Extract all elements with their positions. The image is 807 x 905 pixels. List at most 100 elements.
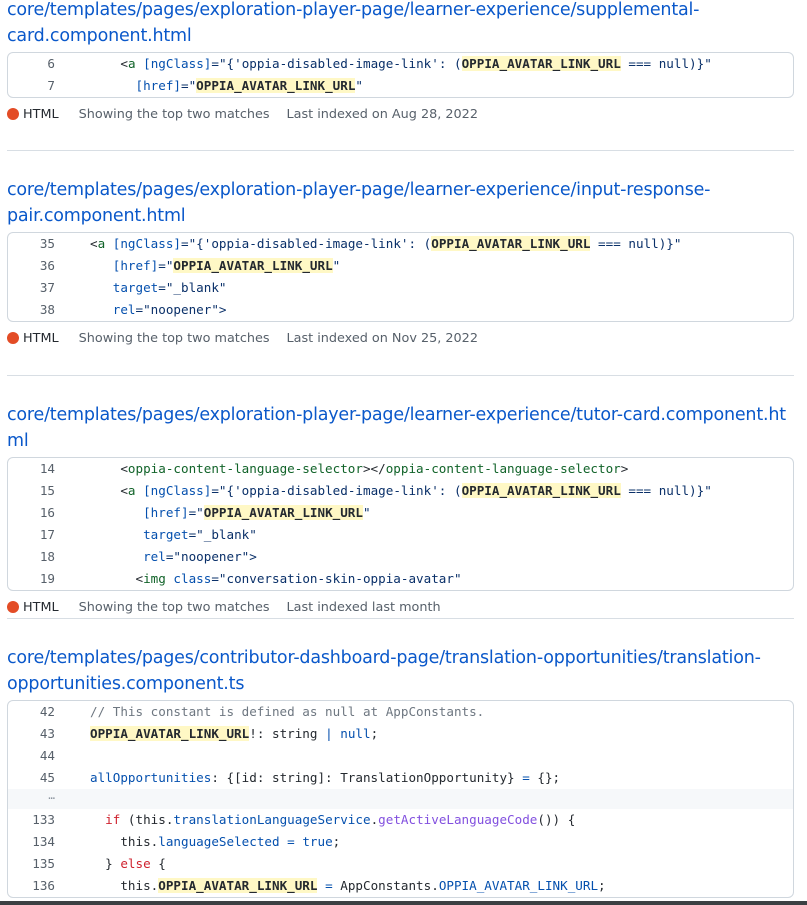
html-language-icon bbox=[7, 332, 19, 344]
code-line: 134 this.languageSelected = true; bbox=[8, 831, 793, 853]
line-number: 42 bbox=[39, 704, 55, 719]
code-token: < bbox=[90, 236, 98, 251]
code-text: allOpportunities: {[id: string]: Transla… bbox=[55, 767, 560, 789]
file-path-line-1: core/templates/pages/exploration-player-… bbox=[7, 180, 711, 200]
line-number: 19 bbox=[39, 571, 55, 586]
match-highlight: OPPIA_AVATAR_LINK_URL bbox=[431, 236, 591, 251]
code-token: > bbox=[620, 461, 629, 476]
code-token: ; bbox=[598, 878, 606, 893]
line-number: … bbox=[48, 789, 55, 802]
code-line: 7 [href]="OPPIA_AVATAR_LINK_URL" bbox=[8, 75, 793, 97]
result-file-link[interactable]: core/templates/pages/contributor-dashboa… bbox=[7, 645, 794, 697]
code-text: [href]="OPPIA_AVATAR_LINK_URL" bbox=[55, 502, 371, 524]
code-text: // This constant is defined as null at A… bbox=[55, 701, 484, 723]
line-number: 35 bbox=[39, 236, 55, 251]
code-token: target bbox=[90, 280, 159, 295]
line-number: 7 bbox=[47, 78, 55, 93]
code-token: === null)}" bbox=[620, 56, 712, 71]
code-text: this.OPPIA_AVATAR_LINK_URL = AppConstant… bbox=[55, 875, 606, 897]
code-snippet[interactable]: 6 <a [ngClass]="{'oppia-disabled-image-l… bbox=[7, 52, 794, 98]
line-number: 136 bbox=[32, 878, 55, 893]
code-snippet[interactable]: 35 <a [ngClass]="{'oppia-disabled-image-l… bbox=[7, 232, 794, 322]
code-token: =" bbox=[188, 505, 204, 520]
code-token: class bbox=[165, 571, 212, 586]
code-token: null bbox=[340, 726, 371, 741]
code-token: ="{'oppia-disabled-image-link': ( bbox=[181, 236, 432, 251]
code-token: AppConstants. bbox=[340, 878, 439, 893]
result-file-link[interactable]: core/templates/pages/exploration-player-… bbox=[7, 0, 794, 49]
code-line: 17 target="_blank" bbox=[8, 524, 793, 546]
code-text: <a [ngClass]="{'oppia-disabled-image-lin… bbox=[55, 53, 712, 75]
code-token: {}; bbox=[529, 770, 561, 785]
result-file-link[interactable]: core/templates/pages/exploration-player-… bbox=[7, 402, 794, 454]
code-line: 18 rel="noopener"> bbox=[8, 546, 793, 568]
code-token: ="{'oppia-disabled-image-link': ( bbox=[211, 483, 462, 498]
code-token: oppia-content-language-selector bbox=[127, 461, 363, 476]
code-line: 37 target="_blank" bbox=[8, 277, 793, 299]
code-token: " bbox=[362, 505, 371, 520]
code-line: 35 <a [ngClass]="{'oppia-disabled-image-l… bbox=[8, 233, 793, 255]
code-line: 45 allOpportunities: {[id: string]: Trans… bbox=[8, 767, 793, 789]
result-meta: HTML Showing the top two matches Last in… bbox=[7, 597, 794, 617]
match-highlight: OPPIA_AVATAR_LINK_URL bbox=[158, 878, 318, 893]
match-highlight: OPPIA_AVATAR_LINK_URL bbox=[461, 56, 621, 71]
result-meta: HTML Showing the top two matches Last in… bbox=[7, 104, 794, 124]
match-highlight: OPPIA_AVATAR_LINK_URL bbox=[203, 505, 363, 520]
code-text: if (this.translationLanguageService.getA… bbox=[55, 809, 575, 831]
code-token: this. bbox=[90, 834, 159, 849]
code-token: rel bbox=[90, 302, 136, 317]
file-path-line-2: card.component.html bbox=[7, 26, 192, 46]
file-path-line-2: pair.component.html bbox=[7, 206, 186, 226]
matches-label: Showing the top two matches bbox=[78, 599, 270, 615]
code-token: [href] bbox=[90, 258, 159, 273]
code-token: rel bbox=[90, 549, 166, 564]
code-text: rel="noopener"> bbox=[55, 546, 257, 568]
code-text: rel="noopener"> bbox=[55, 299, 227, 321]
code-token: " bbox=[332, 258, 341, 273]
code-token: (this. bbox=[120, 812, 174, 827]
line-number: 36 bbox=[39, 258, 55, 273]
code-snippet[interactable]: 42 // This constant is defined as null at… bbox=[7, 700, 794, 898]
file-path-line-2: opportunities.component.ts bbox=[7, 674, 245, 694]
code-token: if bbox=[105, 812, 121, 827]
line-number: 133 bbox=[32, 812, 55, 827]
search-result-2: core/templates/pages/exploration-player-… bbox=[7, 177, 794, 348]
code-token: | bbox=[325, 726, 333, 741]
code-token: [ngClass] bbox=[135, 56, 212, 71]
match-highlight: OPPIA_AVATAR_LINK_URL bbox=[90, 726, 250, 741]
code-token: ="_blank" bbox=[158, 280, 227, 295]
bottom-bar bbox=[0, 901, 807, 905]
code-token: languageSelected bbox=[158, 834, 280, 849]
search-result-4: core/templates/pages/contributor-dashboa… bbox=[7, 645, 794, 898]
code-line: 14 <oppia-content-language-selector></op… bbox=[8, 458, 793, 480]
result-meta: HTML Showing the top two matches Last in… bbox=[7, 328, 794, 348]
code-line: 133 if (this.translationLanguageService.… bbox=[8, 809, 793, 831]
code-token: ></ bbox=[362, 461, 386, 476]
code-snippet[interactable]: 14 <oppia-content-language-selector></op… bbox=[7, 457, 794, 591]
line-number: 135 bbox=[32, 856, 55, 871]
code-token: === null)}" bbox=[590, 236, 682, 251]
code-token: < bbox=[90, 483, 128, 498]
code-line: 6 <a [ngClass]="{'oppia-disabled-image-l… bbox=[8, 53, 793, 75]
result-file-link[interactable]: core/templates/pages/exploration-player-… bbox=[7, 177, 794, 229]
code-token: getActiveLanguageCode bbox=[378, 812, 538, 827]
matches-label: Showing the top two matches bbox=[78, 106, 270, 122]
language-label: HTML bbox=[23, 106, 59, 122]
code-line: 135 } else { bbox=[8, 853, 793, 875]
language-label: HTML bbox=[23, 599, 59, 615]
code-line: 36 [href]="OPPIA_AVATAR_LINK_URL" bbox=[8, 255, 793, 277]
code-token: oppia-content-language-selector bbox=[385, 461, 621, 476]
code-token: ()) { bbox=[537, 812, 576, 827]
code-token: [href] bbox=[90, 78, 181, 93]
code-line: 42 // This constant is defined as null at… bbox=[8, 701, 793, 723]
code-line: 15 <a [ngClass]="{'oppia-disabled-image-… bbox=[8, 480, 793, 502]
line-number: 44 bbox=[39, 748, 55, 763]
code-token: < bbox=[90, 461, 128, 476]
code-text: target="_blank" bbox=[55, 277, 227, 299]
indexed-label: Last indexed on Aug 28, 2022 bbox=[286, 106, 478, 122]
line-number: 14 bbox=[39, 461, 55, 476]
code-token: ="_blank" bbox=[188, 527, 257, 542]
code-text: [href]="OPPIA_AVATAR_LINK_URL" bbox=[55, 255, 340, 277]
